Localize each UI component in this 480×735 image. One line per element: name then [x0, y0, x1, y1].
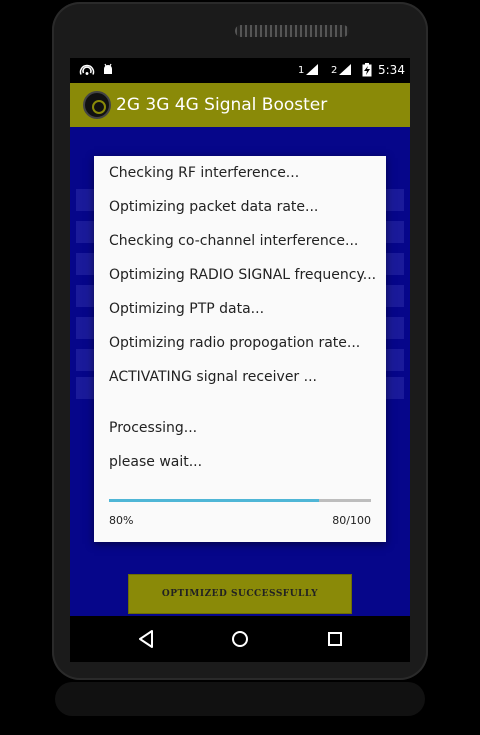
android-debug-icon — [101, 63, 115, 80]
progress-bar — [109, 499, 371, 502]
app-bar: 2G 3G 4G Signal Booster — [70, 83, 410, 127]
navigation-bar — [70, 616, 410, 662]
progress-bar-fill — [109, 499, 319, 502]
dialog-line: Optimizing PTP data... — [109, 301, 265, 317]
progress-percent: 80% — [109, 514, 134, 527]
dialog-line: Checking RF interference... — [109, 165, 300, 181]
phone-shadow — [55, 682, 425, 716]
status-bar: 1 2 5:34 — [70, 58, 410, 83]
please-wait-text: please wait... — [109, 454, 203, 470]
processing-text: Processing... — [109, 420, 198, 436]
status-time: 5:34 — [378, 63, 405, 77]
signal-sim2-icon — [338, 63, 352, 79]
dialog-line: ACTIVATING signal receiver ... — [109, 369, 317, 385]
recents-icon[interactable] — [321, 626, 349, 652]
speaker-grille — [235, 25, 349, 37]
app-title: 2G 3G 4G Signal Booster — [116, 95, 328, 115]
progress-dialog: Checking RF interference... Optimizing p… — [94, 156, 386, 542]
optimized-successfully-button[interactable]: OPTIMIZED SUCCESSFULLY — [128, 574, 352, 614]
sim2-label: 2 — [331, 65, 338, 76]
wifi-hotspot-icon — [79, 63, 95, 80]
app-logo — [83, 91, 111, 119]
dialog-line: Checking co-channel interference... — [109, 233, 359, 249]
back-icon[interactable] — [133, 626, 161, 652]
screen: 1 2 5:34 2G 3G 4G Signal Booster OPTIMIZ… — [70, 58, 410, 616]
sim1-label: 1 — [298, 65, 305, 76]
home-icon[interactable] — [226, 626, 254, 652]
dialog-line: Optimizing radio propogation rate... — [109, 335, 361, 351]
battery-charging-icon — [362, 63, 372, 80]
progress-count: 80/100 — [332, 514, 371, 527]
dialog-line: Optimizing RADIO SIGNAL frequency... — [109, 267, 377, 283]
dialog-line: Optimizing packet data rate... — [109, 199, 319, 215]
signal-sim1-icon — [305, 63, 319, 79]
